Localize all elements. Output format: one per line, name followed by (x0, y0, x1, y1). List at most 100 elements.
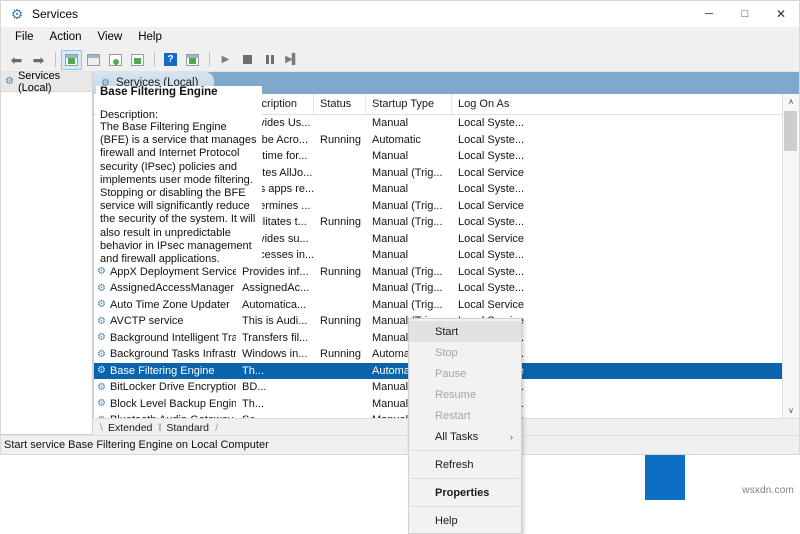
cell-startup: Manual (Trig... (366, 167, 452, 179)
forward-arrow-icon[interactable]: ➡ (28, 50, 49, 70)
menu-item-label: Stop (435, 347, 458, 359)
menu-item-label: Restart (435, 410, 470, 422)
menu-item-all-tasks[interactable]: All Tasks› (409, 426, 521, 447)
cell-startup: Manual (366, 183, 452, 195)
taskbar-tile[interactable] (645, 455, 685, 500)
back-arrow-icon[interactable]: ⬅ (6, 50, 27, 70)
cell-logon: Local Service (452, 200, 528, 212)
cell-startup: Manual (366, 249, 452, 261)
menu-separator (411, 506, 519, 507)
menu-item-label: Properties (435, 487, 489, 499)
menu-item-stop: Stop (409, 342, 521, 363)
menu-action[interactable]: Action (42, 29, 90, 46)
tab-extended[interactable]: Extended (101, 422, 159, 435)
menu-item-label: Start (435, 326, 458, 338)
menu-bar: File Action View Help (1, 27, 799, 48)
restart-service-icon[interactable]: ▶▌ (281, 50, 302, 70)
help-icon[interactable]: ? (160, 50, 181, 70)
service-gear-icon: ⚙ (97, 349, 106, 360)
status-bar-text: Start service Base Filtering Engine on L… (4, 439, 269, 451)
menu-item-label: Refresh (435, 459, 474, 471)
cell-name: ⚙AppX Deployment Service (... (94, 266, 236, 278)
cell-name-label: Block Level Backup Engine ... (110, 398, 236, 410)
window-title: Services (32, 7, 691, 21)
service-detail-panel: Base Filtering Engine Description: The B… (96, 86, 262, 266)
tab-standard[interactable]: Standard (159, 422, 216, 435)
column-header-startup-type[interactable]: Startup Type (366, 94, 452, 114)
refresh-icon[interactable] (105, 50, 126, 70)
cell-status: Running (314, 134, 366, 146)
detail-description-heading: Description: (100, 109, 258, 121)
start-service-icon[interactable]: ▶ (215, 50, 236, 70)
cell-name: ⚙ Background Tasks Infrastruc... (94, 348, 236, 360)
menu-item-refresh[interactable]: Refresh (409, 454, 521, 475)
desktop-background: wsxdn.com ⚙ Services ─ □ ✕ File Action V… (0, 0, 800, 500)
cell-logon: Local Syste... (452, 134, 528, 146)
export-list-icon[interactable] (127, 50, 148, 70)
cell-name-label: Base Filtering Engine (110, 365, 215, 377)
maximize-button[interactable]: □ (727, 1, 763, 27)
menu-file[interactable]: File (7, 29, 42, 46)
service-gear-icon: ⚙ (97, 266, 106, 277)
cell-startup: Manual (366, 233, 452, 245)
tree-item-services-local[interactable]: ⚙ Services (Local) (1, 72, 92, 92)
detail-service-title: Base Filtering Engine (100, 86, 258, 98)
cell-name: ⚙Auto Time Zone Updater (94, 299, 236, 311)
show-hide-console-tree-icon[interactable] (61, 50, 82, 70)
cell-name: ⚙AVCTP service (94, 315, 236, 327)
cell-description: Th... (236, 365, 314, 377)
vertical-scrollbar[interactable]: ∧ ∨ (782, 94, 799, 418)
table-row[interactable]: ⚙Auto Time Zone UpdaterAutomatica...Manu… (94, 297, 782, 314)
column-header-status[interactable]: Status (314, 94, 366, 114)
detail-description-body: The Base Filtering Engine (BFE) is a ser… (100, 121, 258, 266)
menu-item-restart: Restart (409, 405, 521, 426)
cell-startup: Manual (366, 150, 452, 162)
services-gear-icon: ⚙ (9, 6, 25, 22)
menu-item-label: Resume (435, 389, 476, 401)
status-bar: Start service Base Filtering Engine on L… (1, 435, 799, 454)
cell-description: Provides inf... (236, 266, 314, 278)
pause-service-icon[interactable] (259, 50, 280, 70)
properties-icon[interactable] (83, 50, 104, 70)
cell-logon: Local Syste... (452, 216, 528, 228)
cell-name-label: BitLocker Drive Encryption ... (110, 381, 236, 393)
service-gear-icon: ⚙ (97, 398, 106, 409)
scroll-down-button[interactable]: ∨ (783, 403, 799, 418)
minimize-button[interactable]: ─ (691, 1, 727, 27)
scrollbar-thumb[interactable] (784, 111, 797, 151)
cell-logon: Local Syste... (452, 282, 528, 294)
menu-item-resume: Resume (409, 384, 521, 405)
close-button[interactable]: ✕ (763, 1, 799, 27)
cell-logon: Local Syste... (452, 183, 528, 195)
scroll-up-button[interactable]: ∧ (783, 94, 799, 109)
service-gear-icon: ⚙ (97, 299, 106, 310)
show-hide-action-pane-icon[interactable] (182, 50, 203, 70)
cell-name-label: AVCTP service (110, 315, 184, 327)
cell-description: Windows in... (236, 348, 314, 360)
title-bar: ⚙ Services ─ □ ✕ (1, 1, 799, 27)
menu-view[interactable]: View (90, 29, 131, 46)
watermark-text: wsxdn.com (742, 485, 794, 496)
cell-status: Running (314, 216, 366, 228)
cell-name-label: Background Tasks Infrastruc... (110, 348, 236, 360)
cell-startup: Manual (366, 117, 452, 129)
toolbar-separator (55, 52, 56, 67)
menu-help[interactable]: Help (130, 29, 170, 46)
cell-name-label: Background Intelligent Tran... (110, 332, 236, 344)
cell-startup: Automatic (366, 134, 452, 146)
cell-startup: Manual (Trig... (366, 266, 452, 278)
cell-logon: Local Service (452, 167, 528, 179)
menu-item-help[interactable]: Help (409, 510, 521, 531)
stop-service-icon[interactable] (237, 50, 258, 70)
service-gear-icon: ⚙ (97, 382, 106, 393)
menu-item-start[interactable]: Start (409, 321, 521, 342)
chevron-right-icon: › (510, 432, 513, 442)
cell-logon: Local Service (452, 299, 528, 311)
scrollbar-track[interactable] (783, 109, 799, 403)
column-header-log-on-as[interactable]: Log On As (452, 94, 528, 114)
cell-name: ⚙AssignedAccessManager Se... (94, 282, 236, 294)
cell-name: ⚙Background Intelligent Tran... (94, 332, 236, 344)
menu-item-pause: Pause (409, 363, 521, 384)
table-row[interactable]: ⚙AssignedAccessManager Se...AssignedAc..… (94, 280, 782, 297)
cell-description: This is Audi... (236, 315, 314, 327)
